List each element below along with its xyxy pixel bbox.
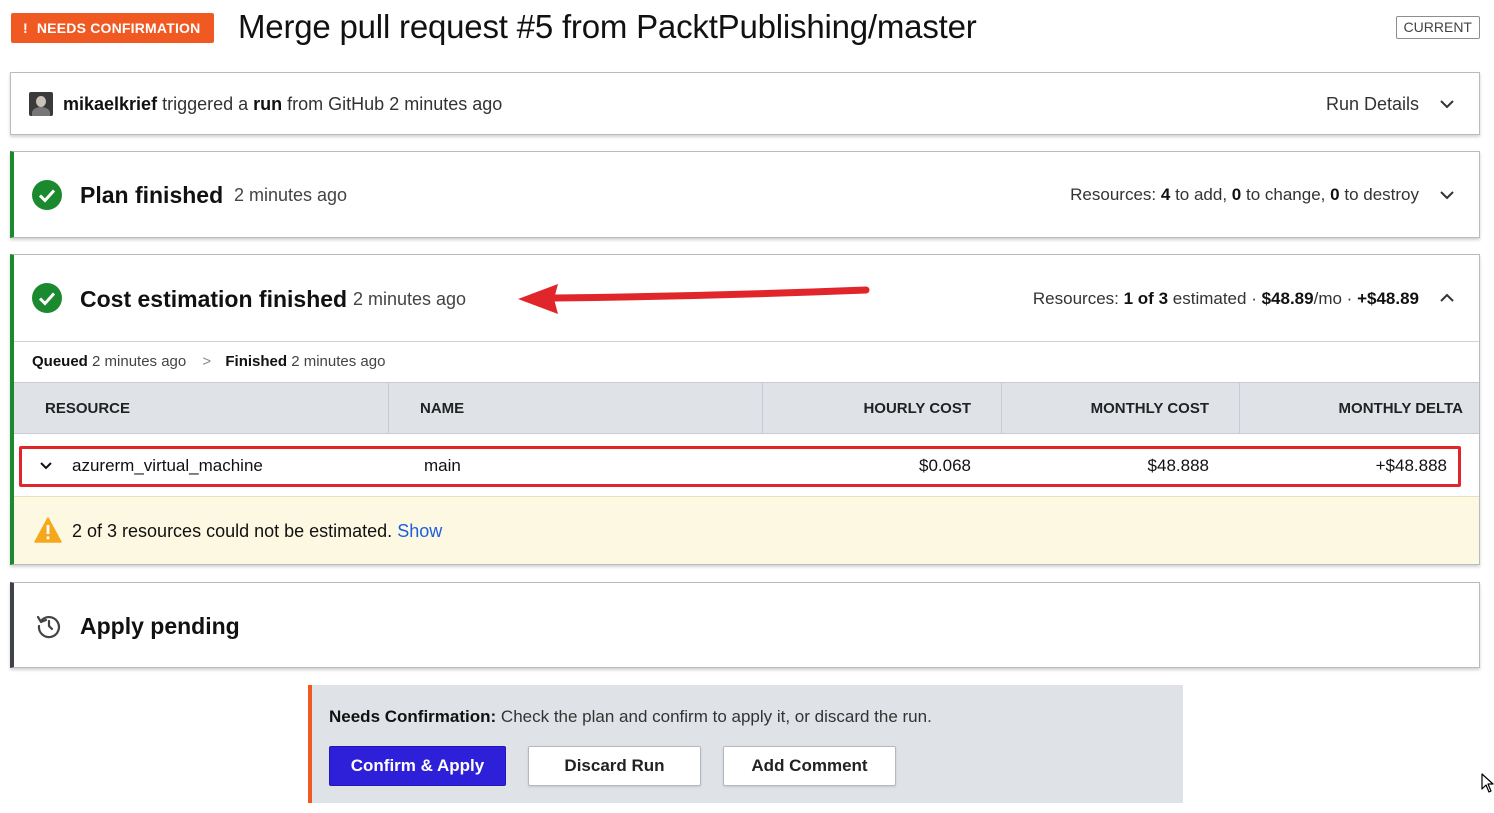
cost-title: Cost estimation finished xyxy=(80,286,348,312)
trigger-verb: triggered a xyxy=(162,94,249,114)
exclamation-icon: ! xyxy=(23,20,28,36)
warning-triangle-icon xyxy=(34,517,62,548)
add-comment-button[interactable]: Add Comment xyxy=(723,746,896,786)
apply-section: Apply pending xyxy=(10,582,1480,668)
warning-message: 2 of 3 resources could not be estimated.… xyxy=(72,521,442,542)
to-change-label: to change, xyxy=(1246,185,1326,204)
chevron-down-icon[interactable] xyxy=(1439,187,1455,203)
trigger-user[interactable]: mikaelkrief xyxy=(63,94,157,114)
red-arrow-annotation xyxy=(518,284,870,314)
trigger-run-word: run xyxy=(253,94,283,114)
cost-resources-summary: Resources: 1 of 3 estimated · $48.89/mo … xyxy=(1033,289,1419,309)
column-header-name: NAME xyxy=(389,383,763,434)
per-month-label: /mo · xyxy=(1313,289,1353,308)
queued-time: 2 minutes ago xyxy=(92,353,187,370)
resources-label: Resources: xyxy=(1070,185,1157,204)
confirmation-panel: Needs Confirmation: Check the plan and c… xyxy=(308,685,1183,803)
cell-monthly-cost: $48.888 xyxy=(1147,456,1209,475)
check-circle-icon xyxy=(32,180,62,210)
plan-resources-summary: Resources: 4 to add, 0 to change, 0 to d… xyxy=(1070,185,1419,205)
finished-label: Finished xyxy=(225,353,288,370)
column-header-monthly-cost: MONTHLY COST xyxy=(1002,383,1240,434)
plan-time: 2 minutes ago xyxy=(234,185,348,205)
monthly-delta-total: +$48.89 xyxy=(1357,289,1419,308)
table-row[interactable]: azurerm_virtual_machine main $0.068 $48.… xyxy=(14,434,1479,498)
page-title: Merge pull request #5 from PacktPublishi… xyxy=(238,8,977,45)
column-header-hourly-cost: HOURLY COST xyxy=(763,383,1002,434)
chevron-up-icon[interactable] xyxy=(1439,290,1455,306)
apply-title: Apply pending xyxy=(80,613,240,639)
to-change-count: 0 xyxy=(1231,185,1242,204)
discard-run-button[interactable]: Discard Run xyxy=(528,746,701,786)
warning-banner: 2 of 3 resources could not be estimated.… xyxy=(14,496,1479,564)
plan-title: Plan finished xyxy=(80,182,224,208)
resources-label: Resources: xyxy=(1032,289,1119,308)
trigger-summary: mikaelkrief triggered a run from GitHub … xyxy=(63,94,502,115)
estimated-label: estimated · xyxy=(1172,289,1257,308)
chevron-down-icon[interactable] xyxy=(1439,96,1455,112)
mouse-cursor-icon xyxy=(1481,773,1494,793)
warning-text: 2 of 3 resources could not be estimated. xyxy=(72,521,393,541)
history-icon xyxy=(36,613,62,644)
column-header-resource: RESOURCE xyxy=(14,383,389,434)
chevron-down-icon[interactable] xyxy=(39,458,53,478)
show-link[interactable]: Show xyxy=(397,521,442,541)
timeline-separator: > xyxy=(202,353,212,370)
cell-hourly-cost: $0.068 xyxy=(919,456,971,475)
plan-section[interactable]: Plan finished 2 minutes ago Resources: 4… xyxy=(10,151,1480,238)
cost-table: RESOURCE NAME HOURLY COST MONTHLY COST M… xyxy=(14,382,1479,498)
divider xyxy=(14,341,1479,342)
trigger-card: mikaelkrief triggered a run from GitHub … xyxy=(10,72,1480,135)
to-add-label: to add, xyxy=(1175,185,1228,204)
cost-timeline: Queued 2 minutes ago > Finished 2 minute… xyxy=(32,353,385,370)
table-header: RESOURCE NAME HOURLY COST MONTHLY COST M… xyxy=(14,382,1479,434)
to-destroy-count: 0 xyxy=(1330,185,1340,204)
run-header: ! NEEDS CONFIRMATION Merge pull request #… xyxy=(11,0,1480,60)
cell-monthly-delta: +$48.888 xyxy=(1375,456,1447,475)
cost-estimation-section: Cost estimation finished 2 minutes ago R… xyxy=(10,254,1480,565)
run-details-toggle[interactable]: Run Details xyxy=(1326,94,1419,115)
status-badge-label: NEEDS CONFIRMATION xyxy=(36,20,201,36)
confirmation-text: Check the plan and confirm to apply it, … xyxy=(500,707,932,726)
current-badge: CURRENT xyxy=(1395,16,1480,39)
confirm-apply-button[interactable]: Confirm & Apply xyxy=(329,746,506,786)
status-badge: ! NEEDS CONFIRMATION xyxy=(11,13,215,43)
queued-label: Queued xyxy=(32,353,88,370)
estimated-count: 1 of 3 xyxy=(1123,289,1169,308)
check-circle-icon xyxy=(32,283,62,313)
trigger-source: from GitHub 2 minutes ago xyxy=(287,94,503,114)
column-header-monthly-delta: MONTHLY DELTA xyxy=(1338,400,1463,417)
to-add-count: 4 xyxy=(1160,185,1171,204)
avatar[interactable] xyxy=(29,92,53,116)
confirmation-label: Needs Confirmation: xyxy=(329,707,497,726)
cell-resource: azurerm_virtual_machine xyxy=(72,456,263,475)
finished-time: 2 minutes ago xyxy=(291,353,386,370)
cell-name: main xyxy=(424,456,461,475)
cost-time: 2 minutes ago xyxy=(353,289,467,309)
confirmation-message: Needs Confirmation: Check the plan and c… xyxy=(329,707,932,727)
monthly-cost-total: $48.89 xyxy=(1261,289,1314,308)
to-destroy-label: to destroy xyxy=(1344,185,1419,204)
